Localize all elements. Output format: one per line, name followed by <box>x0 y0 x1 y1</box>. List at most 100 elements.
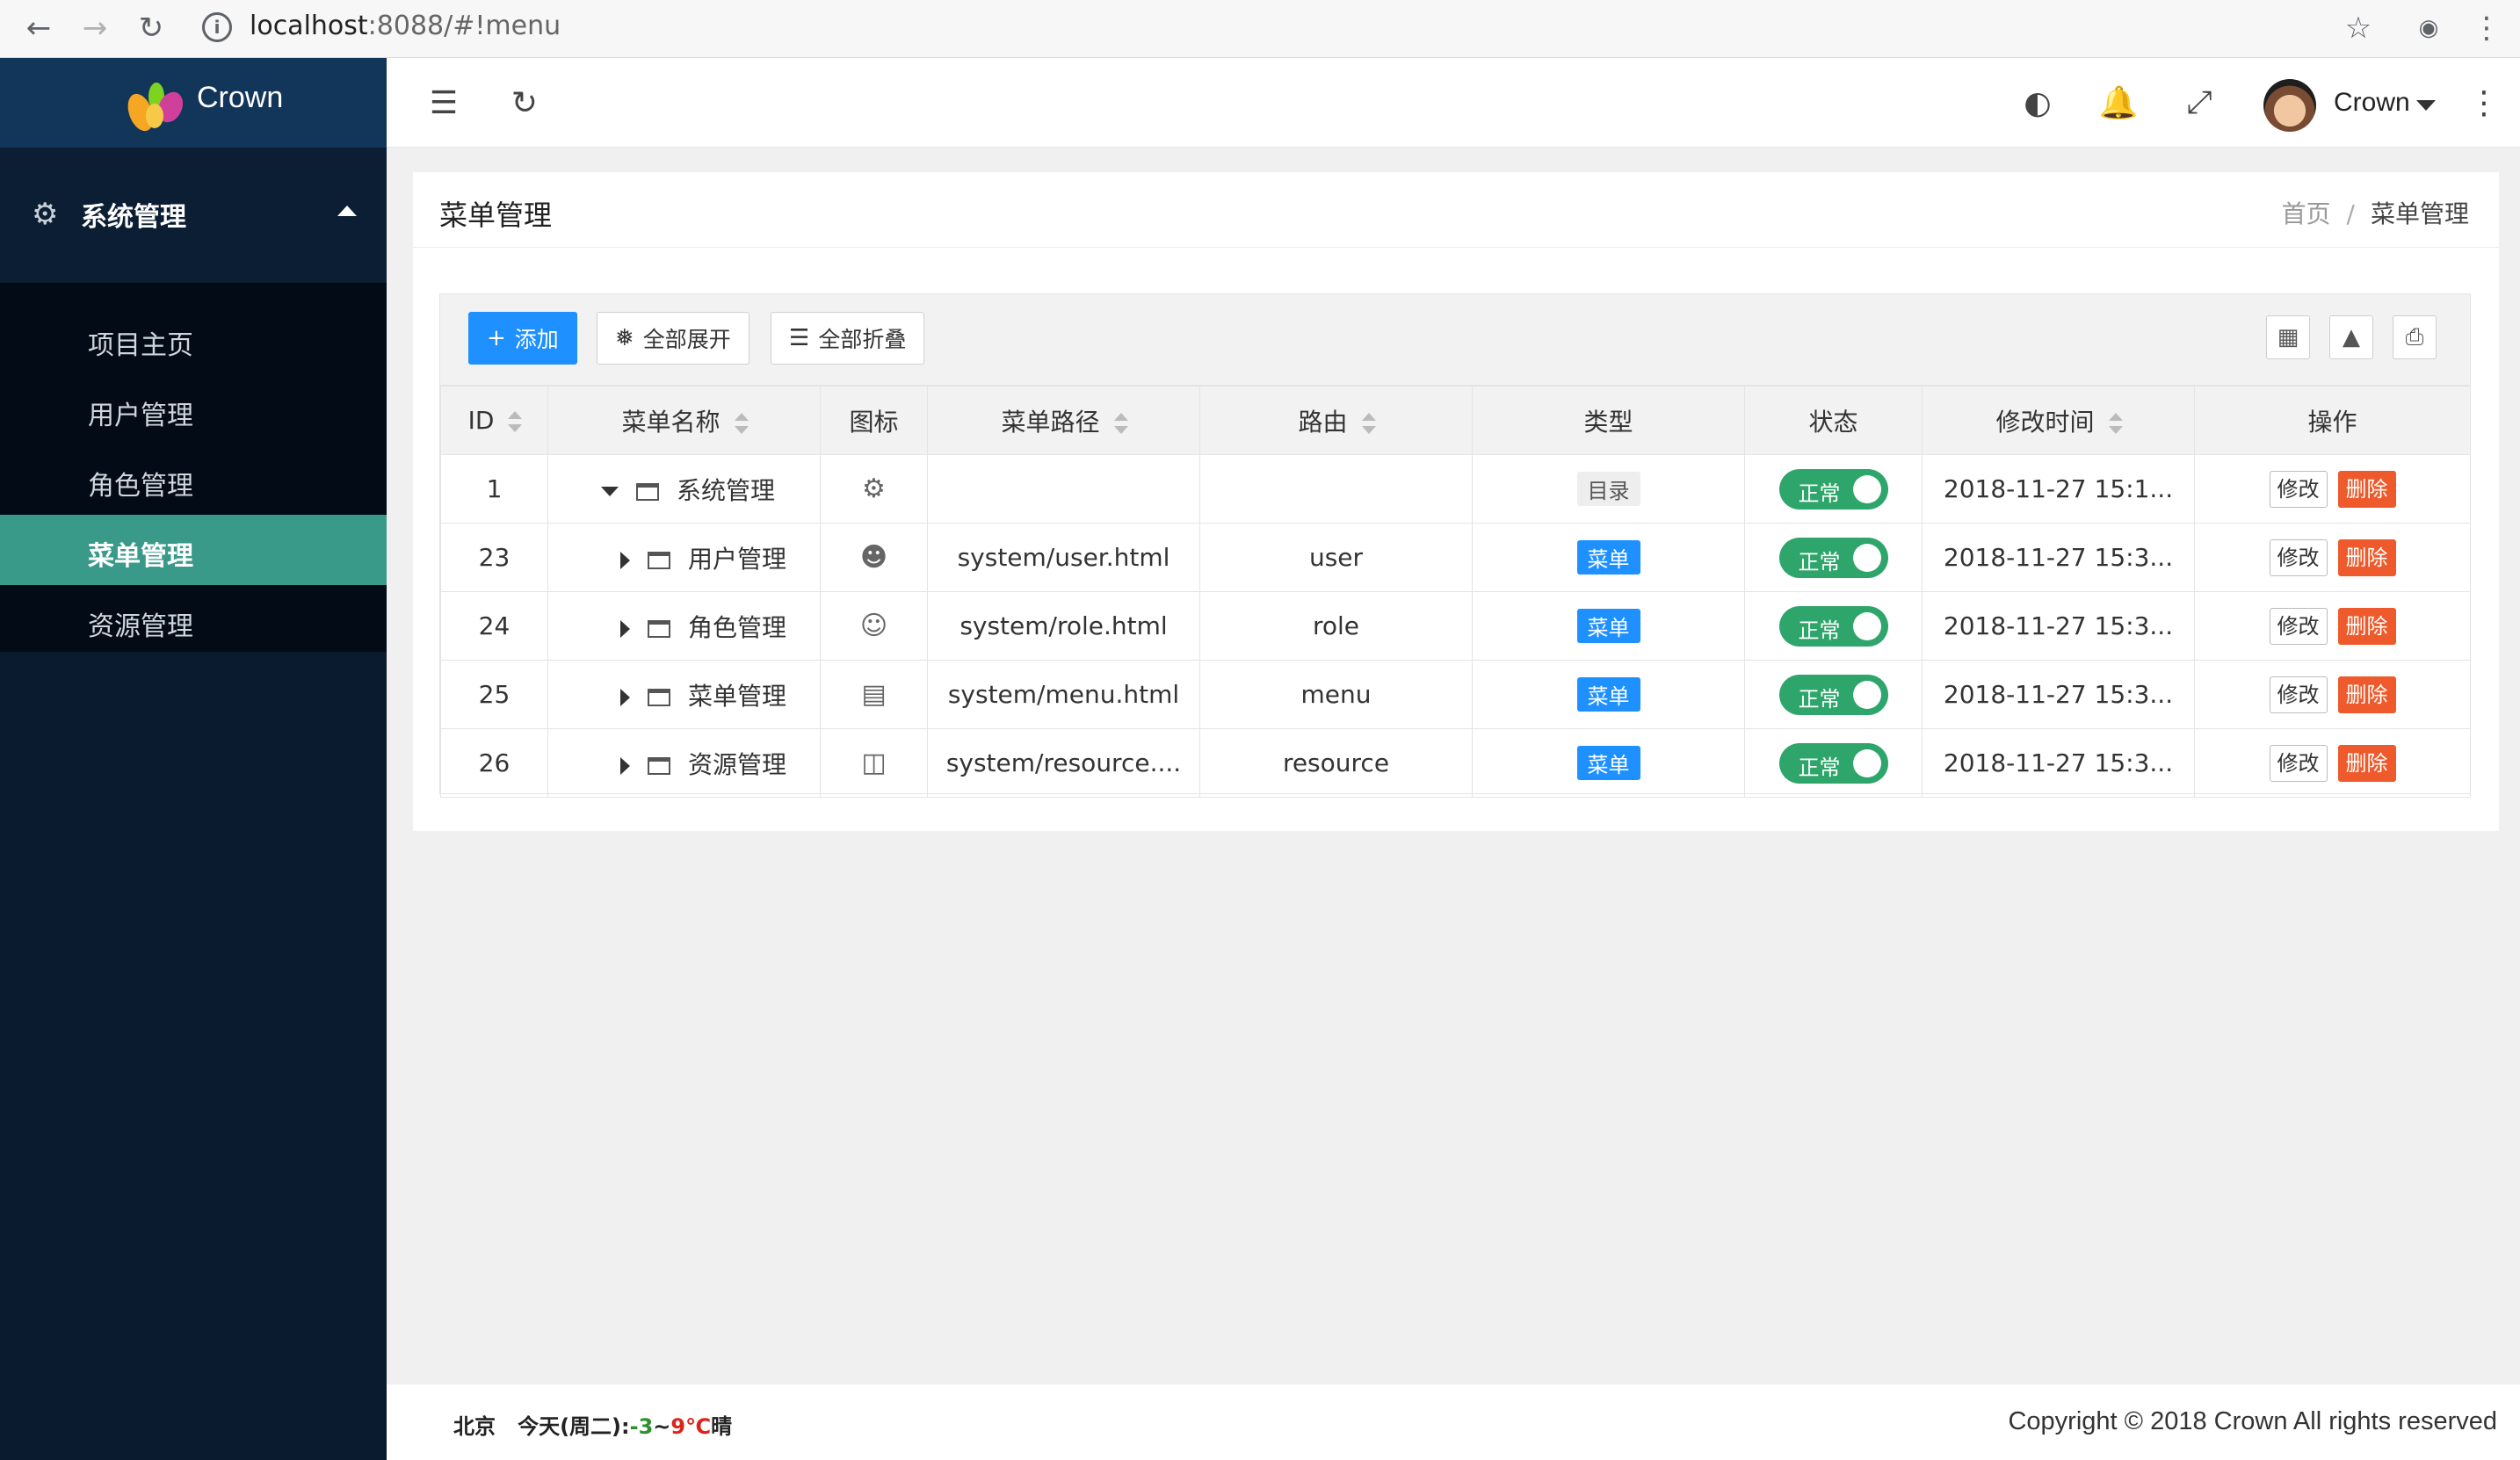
edit-button[interactable]: 修改 <box>2269 744 2328 782</box>
cell-status: 正常 <box>1744 523 1923 592</box>
status-toggle[interactable]: 正常 <box>1778 537 1888 578</box>
status-toggle[interactable]: 正常 <box>1778 742 1888 784</box>
weather-temp-high: 9℃ <box>670 1414 712 1439</box>
caret-down-icon[interactable] <box>601 487 619 496</box>
bookmark-star-icon[interactable]: ☆ <box>2339 9 2378 47</box>
delete-button[interactable]: 删除 <box>2337 607 2396 645</box>
logo-area[interactable]: Crown <box>0 58 387 148</box>
column-header-modified[interactable]: 修改时间 <box>1922 386 2195 455</box>
caret-right-icon[interactable] <box>620 551 630 569</box>
theme-palette-icon[interactable]: ◐ <box>2016 81 2060 125</box>
caret-right-icon[interactable] <box>620 619 630 638</box>
weather-temp-sep: ~ <box>653 1414 671 1439</box>
cell-icon: ◫ <box>820 728 928 798</box>
caret-right-icon[interactable] <box>620 756 630 775</box>
sidebar-toggle-icon[interactable]: ☰ <box>422 81 466 125</box>
cell-route: role <box>1199 591 1473 661</box>
status-toggle[interactable]: 正常 <box>1778 605 1888 647</box>
sidebar-item-roles[interactable]: 角色管理 <box>0 445 387 515</box>
chevron-down-icon[interactable] <box>2416 100 2436 111</box>
menu-name: 资源管理 <box>688 749 787 779</box>
edit-button[interactable]: 修改 <box>2269 676 2328 713</box>
address-bar[interactable]: localhost:8088/#!menu <box>250 11 561 41</box>
cell-route <box>1199 454 1473 524</box>
caret-right-icon[interactable] <box>620 688 630 706</box>
expand-all-button[interactable]: ❅ 全部展开 <box>597 312 749 365</box>
cell-modified: 2018-11-27 15:1... <box>1922 454 2195 524</box>
breadcrumb-home[interactable]: 首页 <box>2282 199 2331 228</box>
sidebar-item-menus[interactable]: 菜单管理 <box>0 515 387 585</box>
delete-button[interactable]: 删除 <box>2337 676 2396 713</box>
status-toggle[interactable]: 正常 <box>1778 674 1888 715</box>
menu-name: 角色管理 <box>688 612 787 642</box>
page-title: 菜单管理 <box>439 199 553 232</box>
edit-button[interactable]: 修改 <box>2269 538 2328 576</box>
collapse-all-button[interactable]: ☰ 全部折叠 <box>771 312 925 365</box>
plus-icon: + <box>487 325 506 351</box>
edit-button[interactable]: 修改 <box>2269 470 2328 508</box>
sort-icon <box>1113 412 1128 434</box>
sidebar-item-label: 资源管理 <box>88 611 193 642</box>
sidebar-item-label: 项目主页 <box>88 330 193 361</box>
sidebar-item-resources[interactable]: 资源管理 <box>0 585 387 655</box>
status-label: 正常 <box>1798 481 1841 506</box>
weather-widget: 北京 今天(周二):-3~9℃晴 <box>453 1409 732 1440</box>
columns-toggle-icon[interactable]: ▦ <box>2266 315 2310 359</box>
sidebar-item-label: 用户管理 <box>88 401 193 431</box>
sidebar-item-home[interactable]: 项目主页 <box>0 304 387 374</box>
type-badge: 菜单 <box>1576 540 1640 575</box>
bell-icon[interactable]: 🔔 <box>2096 81 2140 125</box>
delete-button[interactable]: 删除 <box>2337 470 2396 508</box>
gear-icon: ⚙ <box>862 473 886 504</box>
back-arrow-icon[interactable]: ← <box>19 9 58 47</box>
status-label: 正常 <box>1798 686 1841 712</box>
edit-button[interactable]: 修改 <box>2269 607 2328 645</box>
breadcrumb-current: 菜单管理 <box>2370 199 2469 228</box>
forward-arrow-icon[interactable]: → <box>76 9 114 47</box>
header-label: 状态 <box>1808 407 1858 437</box>
sidebar-group-system[interactable]: ⚙ 系统管理 <box>0 148 387 283</box>
column-header-route[interactable]: 路由 <box>1199 386 1473 455</box>
delete-button[interactable]: 删除 <box>2337 744 2396 782</box>
fullscreen-icon[interactable]: ⤢ <box>2177 81 2221 125</box>
export-icon[interactable]: ▲ <box>2329 315 2373 359</box>
add-button[interactable]: + 添加 <box>468 312 577 365</box>
more-vertical-icon[interactable]: ⋮ <box>2462 81 2506 125</box>
expand-all-label: 全部展开 <box>642 327 731 352</box>
delete-button[interactable]: 删除 <box>2337 538 2396 576</box>
refresh-icon[interactable]: ↻ <box>503 81 547 125</box>
menu-table: ID 菜单名称 图标 菜单路径 路由 类型 状态 修改时间 操作 1 系统管理 … <box>440 386 2471 798</box>
cell-actions: 修改 删除 <box>2194 660 2471 729</box>
cell-name: 菜单管理 <box>547 660 821 729</box>
cell-icon: ⚙ <box>820 454 928 524</box>
cell-modified: 2018-11-27 15:3... <box>1922 523 2195 592</box>
incognito-icon[interactable]: ◉ <box>2409 9 2448 47</box>
caret-up-icon <box>337 206 357 216</box>
sidebar-item-users[interactable]: 用户管理 <box>0 374 387 445</box>
cell-path <box>927 454 1200 524</box>
cell-route: user <box>1199 523 1473 592</box>
column-header-path[interactable]: 菜单路径 <box>927 386 1200 455</box>
column-header-id[interactable]: ID <box>440 386 548 455</box>
toggle-knob <box>1852 474 1881 503</box>
breadcrumb: 首页 / 菜单管理 <box>2282 195 2469 230</box>
column-header-name[interactable]: 菜单名称 <box>547 386 821 455</box>
column-header-icon: 图标 <box>820 386 928 455</box>
avatar[interactable] <box>2263 79 2316 132</box>
menu-doc-icon: ▤ <box>861 679 887 710</box>
site-info-icon[interactable]: i <box>202 12 232 42</box>
reload-icon[interactable]: ↻ <box>132 9 170 47</box>
window-icon <box>648 756 670 775</box>
status-label: 正常 <box>1798 755 1841 780</box>
print-icon[interactable]: ⎙ <box>2393 315 2437 359</box>
user-name[interactable]: Crown <box>2334 88 2410 118</box>
status-toggle[interactable]: 正常 <box>1778 468 1888 510</box>
face-icon: ☺ <box>859 611 888 641</box>
browser-menu-icon[interactable]: ⋮ <box>2467 9 2506 47</box>
toggle-knob <box>1852 680 1881 709</box>
status-label: 正常 <box>1798 618 1841 643</box>
user-icon: ☻ <box>859 542 888 573</box>
window-icon <box>648 688 670 706</box>
type-badge: 菜单 <box>1576 609 1640 643</box>
cell-actions: 修改 删除 <box>2194 591 2471 661</box>
